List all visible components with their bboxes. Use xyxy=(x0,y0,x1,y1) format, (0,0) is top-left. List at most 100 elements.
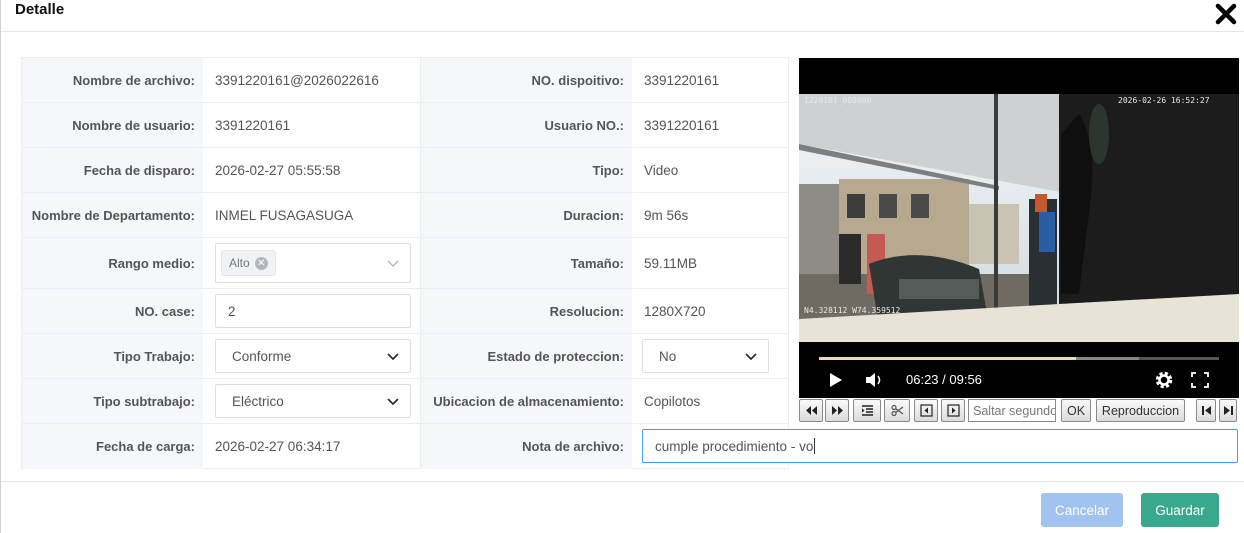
video-player[interactable]: 1220161_000000 2026-02-26 16:52:27 N4.32… xyxy=(799,58,1239,398)
dialog-footer: Cancelar Guardar xyxy=(1,481,1244,533)
tipo-trabajo-select[interactable]: Conforme xyxy=(215,339,411,373)
video-controls: 06:23 / 09:56 xyxy=(799,342,1239,398)
label-fecha-disparo: Fecha de disparo: xyxy=(22,148,203,192)
tag-remove-icon[interactable]: ✕ xyxy=(254,256,268,270)
close-icon[interactable] xyxy=(1213,1,1239,27)
value-tamano: 59.11MB xyxy=(632,238,788,288)
table-row: Rango medio: Alto ✕ Tamaño: 59.11MB xyxy=(22,238,788,289)
label-no-dispositivo: NO. dispoitivo: xyxy=(421,58,632,102)
seek-ok-button[interactable]: OK xyxy=(1061,399,1091,422)
nombre-archivo-text: 3391220161@2026022616 xyxy=(215,72,379,88)
progress-bar[interactable] xyxy=(819,357,1219,360)
play-icon[interactable] xyxy=(829,372,843,388)
dialog-title: Detalle xyxy=(15,1,65,18)
table-row: Fecha de disparo: 2026-02-27 05:55:58 Ti… xyxy=(22,148,788,193)
tipo-text: Video xyxy=(644,162,679,178)
value-no-dispositivo: 3391220161 xyxy=(632,58,788,102)
label-nombre-usuario: Nombre de usuario: xyxy=(22,103,203,147)
tipo-subtrabajo-select[interactable]: Eléctrico xyxy=(215,384,411,418)
value-nombre-archivo: 3391220161@2026022616 xyxy=(203,58,421,102)
list-indent-icon xyxy=(861,405,873,416)
no-case-input[interactable]: 2 xyxy=(215,294,411,328)
osd-datetime: 2026-02-26 16:52:27 xyxy=(1118,96,1210,105)
chevron-down-icon xyxy=(387,353,399,361)
fast-forward-button[interactable] xyxy=(825,399,849,422)
value-tipo-subtrabajo: Eléctrico xyxy=(203,379,421,423)
label-no-case: NO. case: xyxy=(22,289,203,333)
value-usuario-no: 3391220161 xyxy=(632,103,788,147)
estado-proteccion-select[interactable]: No xyxy=(642,339,769,373)
playback-button[interactable]: Reproduccion xyxy=(1096,399,1185,422)
value-rango-medio: Alto ✕ xyxy=(203,238,421,288)
skip-end-button[interactable] xyxy=(1219,399,1237,422)
label-nota-archivo: Nota de archivo: xyxy=(421,424,632,469)
table-row: Nombre de archivo: 3391220161@2026022616… xyxy=(22,58,788,103)
settings-gear-icon[interactable] xyxy=(1154,370,1174,390)
value-no-case: 2 xyxy=(203,289,421,333)
value-ubicacion: Copilotos xyxy=(632,379,788,423)
resolucion-text: 1280X720 xyxy=(644,303,706,319)
value-fecha-carga: 2026-02-27 06:34:17 xyxy=(203,424,421,469)
fecha-carga-text: 2026-02-27 06:34:17 xyxy=(215,439,341,454)
label-nombre-archivo: Nombre de archivo: xyxy=(22,58,203,102)
table-row: Tipo subtrabajo: Eléctrico Ubicacion de … xyxy=(22,379,788,424)
value-departamento: INMEL FUSAGASUGA xyxy=(203,193,421,237)
tipo-subtrabajo-selected: Eléctrico xyxy=(232,393,284,409)
frame-back-button[interactable] xyxy=(914,399,938,422)
label-resolucion: Resolucion: xyxy=(421,289,632,333)
progress-played xyxy=(819,357,1076,360)
detail-dialog: Detalle Nombre de archivo: 3391220161@20… xyxy=(0,0,1244,533)
save-button[interactable]: Guardar xyxy=(1141,493,1219,527)
chevron-down-icon xyxy=(387,260,399,267)
label-rango-medio: Rango medio: xyxy=(22,238,203,288)
value-tipo: Video xyxy=(632,148,788,192)
label-tipo-trabajo: Tipo Trabajo: xyxy=(22,334,203,378)
chevron-down-icon xyxy=(745,353,757,361)
nota-archivo-input[interactable]: cumple procedimiento - vo xyxy=(642,429,1238,463)
osd-file-id: 1220161_000000 xyxy=(804,96,872,105)
label-usuario-no: Usuario NO.: xyxy=(421,103,632,147)
frame-back-icon xyxy=(919,404,933,417)
alto-tag-label: Alto xyxy=(229,256,250,270)
rewind-button[interactable] xyxy=(799,399,823,422)
playlist-button[interactable] xyxy=(853,399,881,422)
skip-start-icon xyxy=(1201,406,1211,415)
label-tipo-subtrabajo: Tipo subtrabajo: xyxy=(22,379,203,423)
nota-archivo-text: cumple procedimiento - vo xyxy=(655,438,814,454)
label-estado-proteccion: Estado de proteccion: xyxy=(421,334,632,378)
skip-end-icon xyxy=(1223,406,1233,415)
text-caret xyxy=(814,438,816,454)
label-ubicacion: Ubicacion de almacenamiento: xyxy=(421,379,632,423)
fecha-disparo-text: 2026-02-27 05:55:58 xyxy=(215,162,341,178)
skip-start-button[interactable] xyxy=(1196,399,1216,422)
departamento-text: INMEL FUSAGASUGA xyxy=(215,207,354,223)
tamano-text: 59.11MB xyxy=(644,255,698,271)
value-estado-proteccion: No xyxy=(632,334,788,378)
label-tipo: Tipo: xyxy=(421,148,632,192)
details-table: Nombre de archivo: 3391220161@2026022616… xyxy=(21,57,789,469)
rango-medio-select[interactable]: Alto ✕ xyxy=(215,243,411,283)
cut-button[interactable] xyxy=(884,399,910,422)
fullscreen-icon[interactable] xyxy=(1191,372,1209,388)
frame-forward-icon xyxy=(946,404,960,417)
tipo-trabajo-selected: Conforme xyxy=(232,348,292,364)
label-tamano: Tamaño: xyxy=(421,238,632,288)
rewind-icon xyxy=(805,406,817,415)
table-row: Nombre de Departamento: INMEL FUSAGASUGA… xyxy=(22,193,788,238)
label-fecha-carga: Fecha de carga: xyxy=(22,424,203,469)
duracion-text: 9m 56s xyxy=(644,207,689,223)
chevron-down-icon xyxy=(387,398,399,406)
volume-icon[interactable] xyxy=(865,372,885,388)
scissors-icon xyxy=(890,404,903,417)
osd-coordinates: N4.328112 W74.359512 xyxy=(804,306,901,315)
time-display: 06:23 / 09:56 xyxy=(906,372,982,387)
cancel-button[interactable]: Cancelar xyxy=(1041,493,1123,527)
value-fecha-disparo: 2026-02-27 05:55:58 xyxy=(203,148,421,192)
label-departamento: Nombre de Departamento: xyxy=(22,193,203,237)
estado-proteccion-selected: No xyxy=(659,348,677,364)
value-resolucion: 1280X720 xyxy=(632,289,788,333)
seek-seconds-input[interactable]: Saltar segundos xyxy=(968,399,1056,422)
value-nombre-usuario: 3391220161 xyxy=(203,103,421,147)
frame-forward-button[interactable] xyxy=(941,399,965,422)
usuario-no-text: 3391220161 xyxy=(644,117,720,133)
